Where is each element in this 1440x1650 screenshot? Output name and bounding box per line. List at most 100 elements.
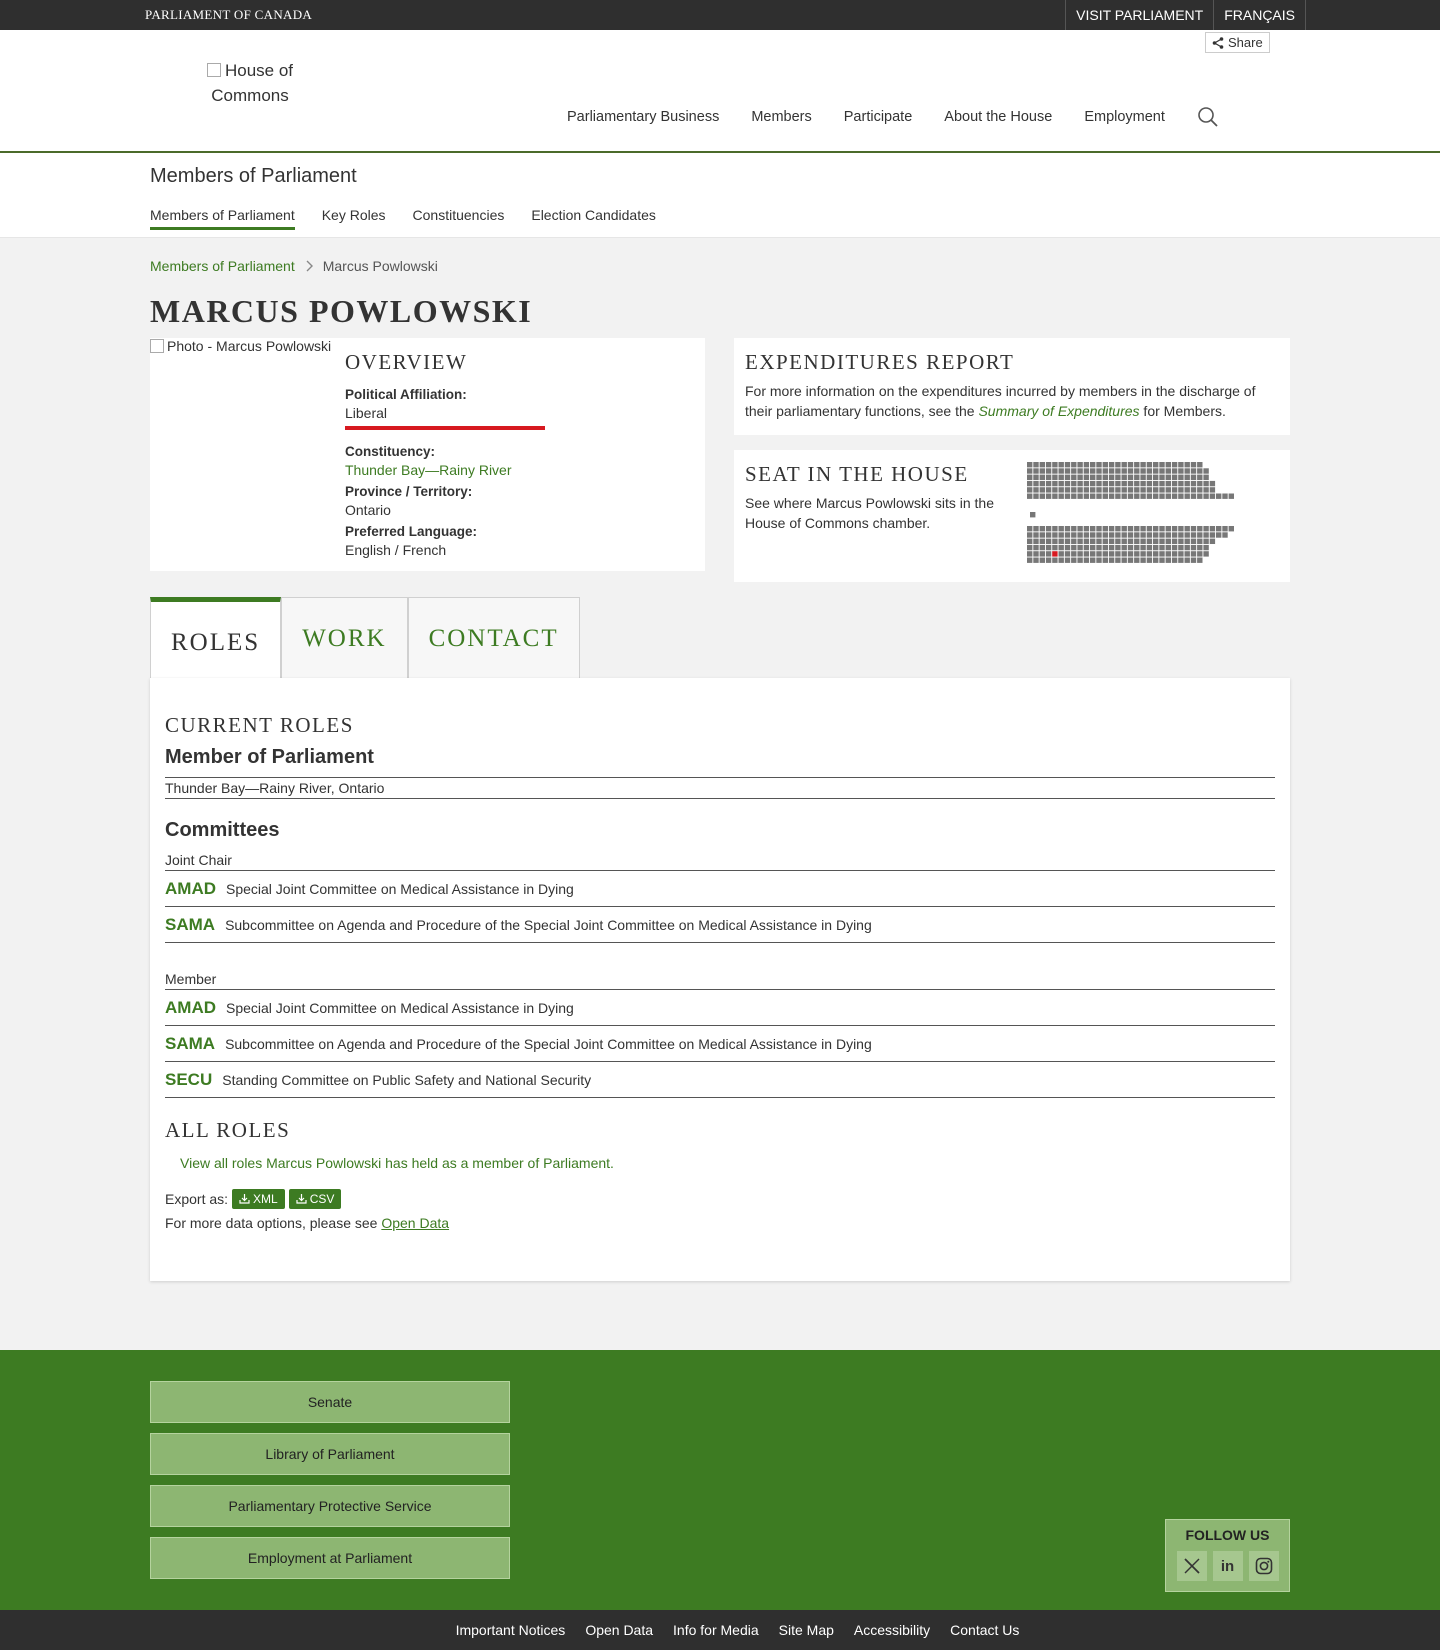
seat — [1203, 526, 1209, 532]
instagram-icon[interactable] — [1248, 1551, 1279, 1581]
seat — [1190, 551, 1197, 557]
seat — [1115, 551, 1121, 557]
seat — [1039, 487, 1045, 493]
linkedin-icon[interactable]: in — [1212, 1551, 1243, 1581]
footer-open-data-link[interactable]: Open Data — [585, 1622, 653, 1638]
seat — [1153, 538, 1159, 544]
footer-protective-service-button[interactable]: Parliamentary Protective Service — [150, 1485, 510, 1527]
seat — [1190, 557, 1197, 563]
seat — [1165, 544, 1171, 551]
seat — [1159, 557, 1165, 563]
footer-library-button[interactable]: Library of Parliament — [150, 1433, 510, 1475]
seat — [1033, 487, 1039, 493]
footer-accessibility-link[interactable]: Accessibility — [854, 1622, 930, 1638]
seat — [1190, 480, 1197, 487]
constituency-label: Constituency: — [345, 444, 436, 459]
seat — [1153, 468, 1159, 474]
footer-employment-button[interactable]: Employment at Parliament — [150, 1537, 510, 1579]
footer-senate-button[interactable]: Senate — [150, 1381, 510, 1423]
seat — [1222, 532, 1228, 538]
seat — [1171, 480, 1178, 487]
subnav-constituencies[interactable]: Constituencies — [413, 207, 505, 230]
search-icon[interactable] — [1197, 106, 1219, 128]
footer-info-for-media-link[interactable]: Info for Media — [673, 1622, 759, 1638]
overview-heading: OVERVIEW — [345, 350, 468, 374]
view-all-roles-link[interactable]: View all roles Marcus Powlowski has held… — [180, 1155, 1275, 1171]
share-button[interactable]: Share — [1205, 32, 1270, 53]
seating-chart[interactable] — [1027, 462, 1257, 572]
seat — [1030, 512, 1036, 518]
summary-of-expenditures-link[interactable]: Summary of Expenditures — [978, 403, 1139, 419]
committee-code-link[interactable]: AMAD — [165, 879, 216, 899]
seat — [1190, 544, 1197, 551]
seat — [1083, 462, 1090, 468]
tab-contact[interactable]: CONTACT — [407, 597, 580, 679]
seat — [1096, 480, 1102, 487]
seat — [1077, 544, 1083, 551]
seat — [1077, 493, 1083, 499]
subnav-election-candidates[interactable]: Election Candidates — [531, 207, 656, 230]
export-csv-button[interactable]: CSV — [288, 1189, 342, 1209]
seat — [1027, 544, 1033, 551]
broken-image-icon — [150, 339, 164, 353]
seat — [1121, 526, 1127, 532]
member-name: MARCUS POWLOWSKI — [150, 293, 533, 329]
committee-code-link[interactable]: SAMA — [165, 1034, 215, 1054]
seat — [1064, 468, 1071, 474]
footer-important-notices-link[interactable]: Important Notices — [456, 1622, 566, 1638]
seat — [1071, 551, 1077, 557]
nav-parliamentary-business[interactable]: Parliamentary Business — [567, 109, 719, 125]
seat — [1209, 532, 1216, 538]
affiliation-value: Liberal — [345, 405, 388, 421]
footer-site-map-link[interactable]: Site Map — [779, 1622, 834, 1638]
committee-code-link[interactable]: AMAD — [165, 998, 216, 1018]
seat — [1096, 526, 1102, 532]
committee-row: SAMA Subcommittee on Agenda and Procedur… — [165, 1026, 1275, 1062]
committee-row: SECU Standing Committee on Public Safety… — [165, 1062, 1275, 1098]
footer-contact-us-link[interactable]: Contact Us — [950, 1622, 1019, 1638]
seat — [1209, 526, 1216, 532]
seat — [1197, 538, 1203, 544]
seat — [1108, 487, 1115, 493]
nav-members[interactable]: Members — [751, 109, 811, 125]
committee-name: Special Joint Committee on Medical Assis… — [226, 880, 574, 897]
seat — [1184, 526, 1190, 532]
seat — [1178, 462, 1184, 468]
seat — [1045, 480, 1052, 487]
seat — [1045, 544, 1052, 551]
tab-work[interactable]: WORK — [281, 597, 408, 679]
export-xml-button[interactable]: XML — [232, 1189, 285, 1209]
seat — [1153, 532, 1159, 538]
breadcrumb-members-link[interactable]: Members of Parliament — [150, 258, 295, 274]
committee-code-link[interactable]: SAMA — [165, 915, 215, 935]
subnav-key-roles[interactable]: Key Roles — [322, 207, 386, 230]
seat — [1184, 557, 1190, 563]
committee-code-link[interactable]: SECU — [165, 1070, 212, 1090]
subnav-members-of-parliament[interactable]: Members of Parliament — [150, 207, 295, 230]
open-data-link[interactable]: Open Data — [381, 1215, 449, 1231]
language-toggle-link[interactable]: FRANÇAIS — [1213, 0, 1306, 30]
seat — [1184, 532, 1190, 538]
seat — [1165, 557, 1171, 563]
constituency-link[interactable]: Thunder Bay—Rainy River — [345, 462, 545, 478]
seat — [1033, 474, 1039, 480]
nav-employment[interactable]: Employment — [1084, 109, 1165, 125]
house-of-commons-logo[interactable]: House of Commons — [180, 58, 320, 108]
role-title: Member of Parliament — [165, 746, 374, 768]
seat — [1083, 544, 1090, 551]
seat — [1052, 474, 1058, 480]
nav-participate[interactable]: Participate — [844, 109, 913, 125]
seat — [1190, 468, 1197, 474]
nav-about-the-house[interactable]: About the House — [944, 109, 1052, 125]
seat — [1071, 526, 1077, 532]
seat — [1039, 462, 1045, 468]
seat — [1178, 551, 1184, 557]
visit-parliament-link[interactable]: VISIT PARLIAMENT — [1065, 0, 1213, 30]
share-label: Share — [1228, 35, 1263, 50]
tab-roles[interactable]: ROLES — [150, 597, 282, 679]
seat — [1127, 493, 1134, 499]
x-icon[interactable] — [1176, 1551, 1207, 1581]
seat — [1134, 474, 1140, 480]
seat — [1197, 544, 1203, 551]
seat — [1027, 487, 1033, 493]
